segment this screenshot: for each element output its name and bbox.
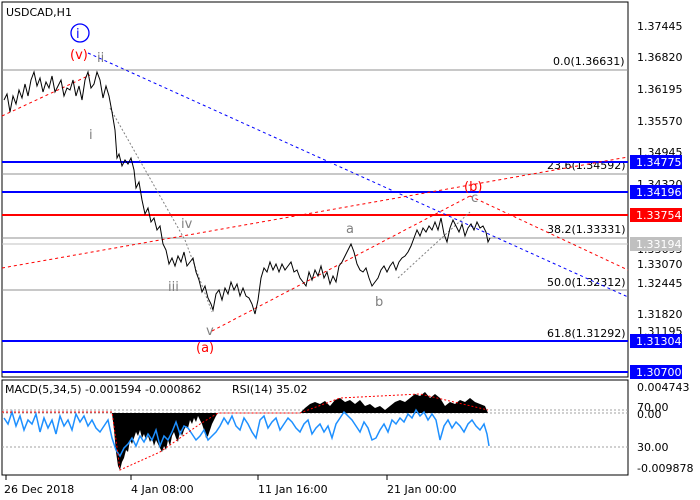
indicator-tick: 0.004743 bbox=[637, 381, 690, 394]
wave-label-circled-i: i bbox=[76, 27, 80, 42]
time-tick: 21 Jan 00:00 bbox=[387, 483, 457, 496]
time-tick: 4 Jan 08:00 bbox=[131, 483, 194, 496]
wave-label-v-red: (v) bbox=[70, 48, 88, 63]
price-tick: 1.33070 bbox=[637, 258, 683, 271]
price-tick: 1.36820 bbox=[637, 51, 683, 64]
price-tick: 1.31820 bbox=[637, 308, 683, 321]
macd-readout: MACD(5,34,5) -0.001594 -0.000862 bbox=[5, 383, 201, 396]
time-axis: 26 Dec 2018 4 Jan 08:00 11 Jan 16:00 21 … bbox=[4, 475, 457, 496]
wave-label-v: v bbox=[206, 324, 214, 339]
wave-label-b-red: (b) bbox=[464, 180, 482, 195]
indicator-tick: 30.00 bbox=[637, 441, 669, 454]
wave-label-iii: iii bbox=[168, 280, 179, 295]
wave-label-i: i bbox=[89, 128, 93, 143]
price-axis: 1.37445 1.36820 1.36195 1.35570 1.34945 … bbox=[637, 20, 683, 338]
time-tick: 26 Dec 2018 bbox=[4, 483, 74, 496]
price-tick: 1.36195 bbox=[637, 83, 683, 96]
symbol-timeframe-label: USDCAD,H1 bbox=[6, 6, 72, 19]
fib-label-23-6: 23.6(1.34592) bbox=[547, 159, 626, 172]
level-tag-label: 1.31304 bbox=[636, 335, 682, 348]
fib-label-0: 0.0(1.36631) bbox=[553, 55, 625, 68]
rsi-readout: RSI(14) 35.02 bbox=[232, 383, 307, 396]
level-tag-label: 1.34775 bbox=[636, 156, 682, 169]
wave-label-iv: iv bbox=[181, 217, 193, 232]
price-tick: 1.35570 bbox=[637, 115, 683, 128]
fib-label-61-8: 61.8(1.31292) bbox=[547, 327, 626, 340]
main-plot-frame bbox=[1, 1, 629, 378]
indicator-tick: 0.00 bbox=[637, 408, 662, 421]
wave-label-b: b bbox=[375, 295, 383, 310]
level-tag-label: 1.33194 bbox=[636, 238, 682, 251]
wave-label-a: a bbox=[346, 222, 354, 237]
usdcad-h1-chart[interactable]: USDCAD,H1 MACD(5,34,5) -0.001594 -0.0008… bbox=[0, 0, 700, 500]
price-tick: 1.32445 bbox=[637, 277, 683, 290]
indicator-tick: -0.009878 bbox=[637, 462, 693, 475]
indicator-axis: 0.004743 70.00 0.00 30.00 -0.009878 bbox=[637, 381, 693, 475]
time-tick: 11 Jan 16:00 bbox=[258, 483, 328, 496]
level-tag-label: 1.30700 bbox=[636, 366, 682, 379]
level-tag-label: 1.33754 bbox=[636, 209, 682, 222]
level-tag-label: 1.34196 bbox=[636, 186, 682, 199]
wave-label-ii: ii bbox=[97, 51, 104, 66]
price-tick: 1.37445 bbox=[637, 20, 683, 33]
fib-label-38-2: 38.2(1.33331) bbox=[547, 223, 626, 236]
wave-label-a-red: (a) bbox=[196, 341, 214, 356]
